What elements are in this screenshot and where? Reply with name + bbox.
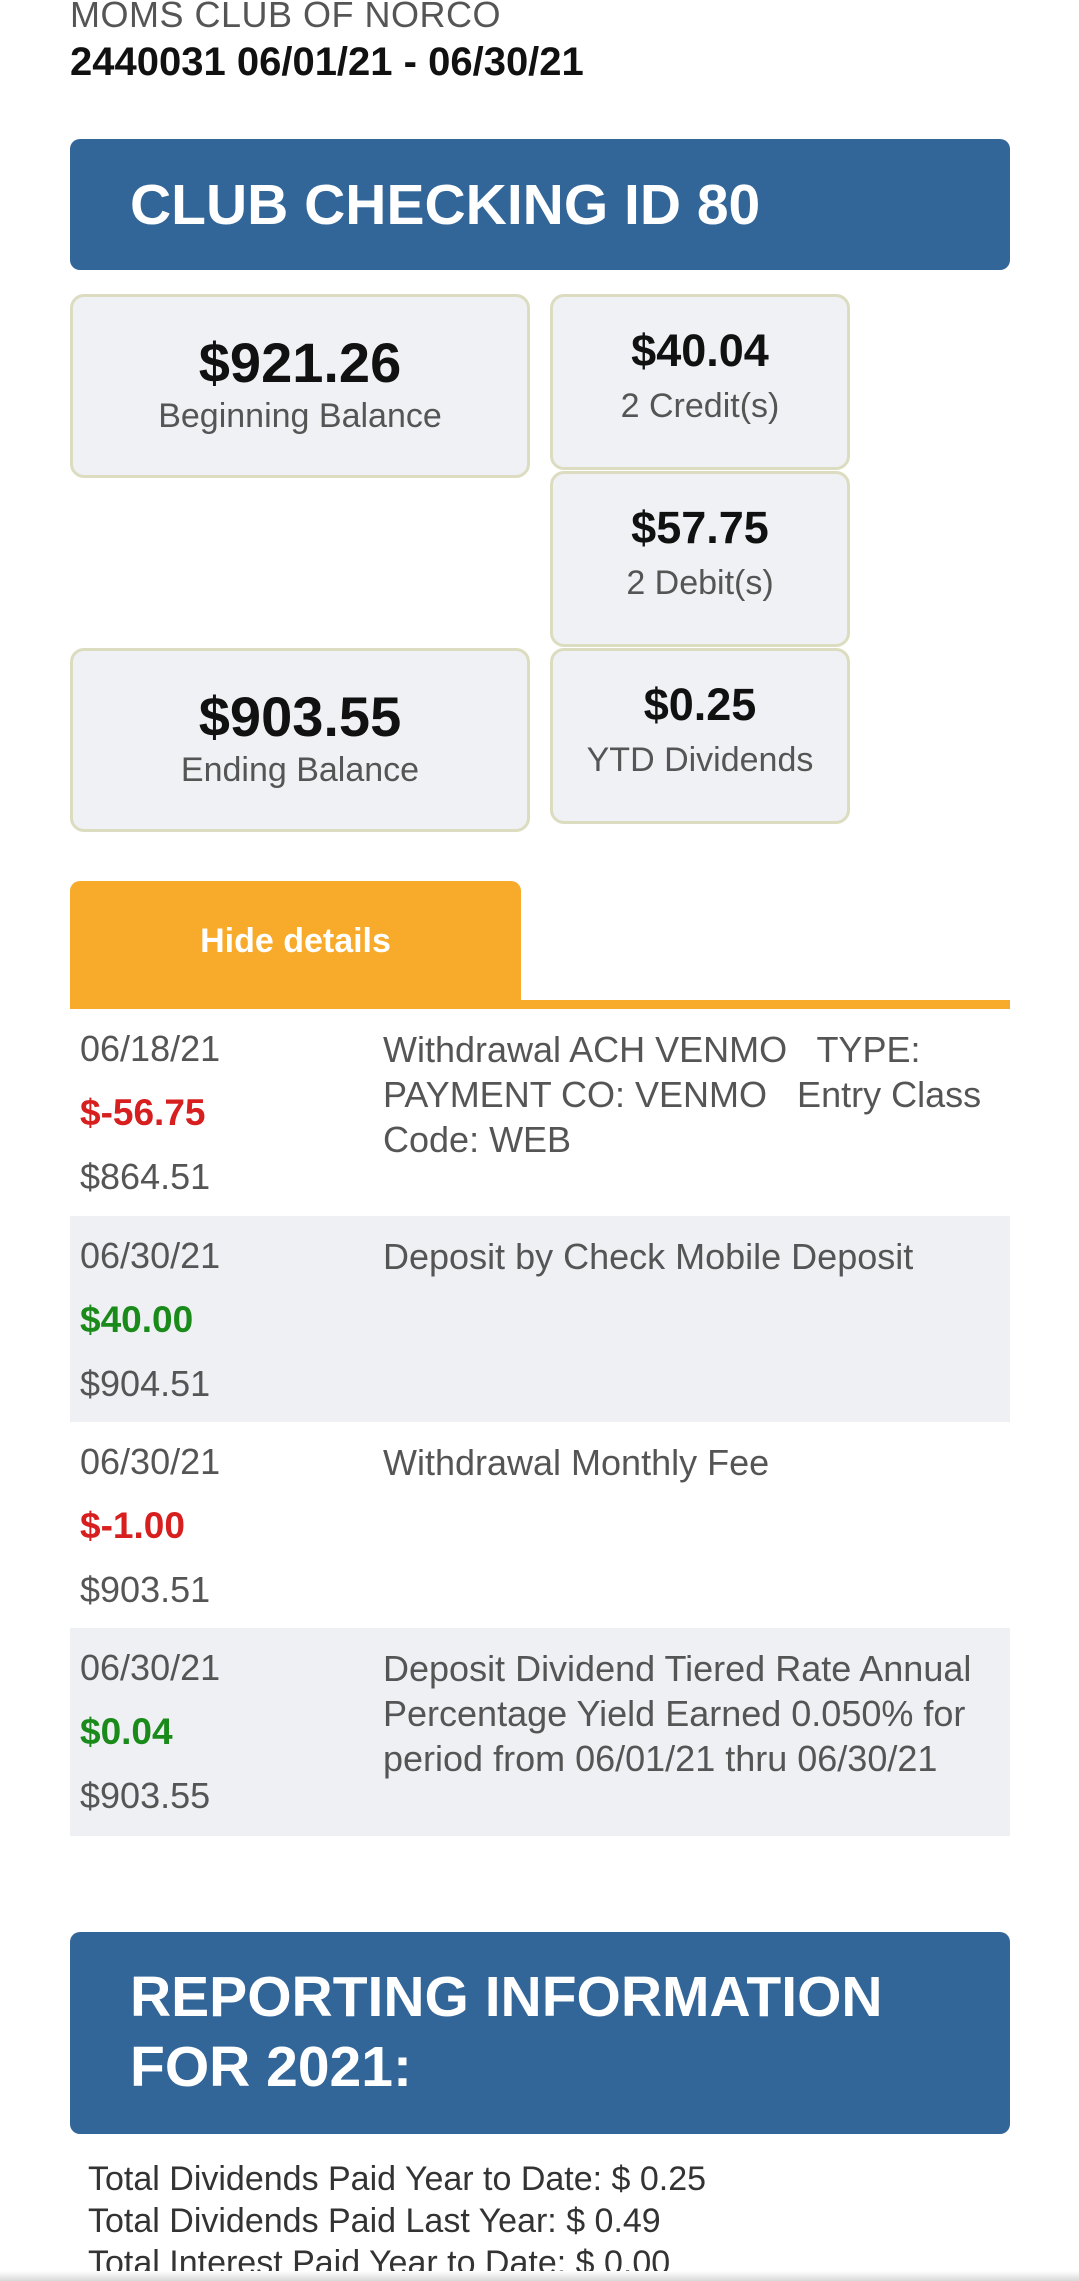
account-title: CLUB CHECKING ID 80 [130, 172, 761, 237]
transaction-date: 06/30/21 [80, 1647, 221, 1688]
transaction-row[interactable]: 06/30/21 $-1.00 $903.51 Withdrawal Month… [70, 1422, 1010, 1628]
transaction-row[interactable]: 06/30/21 $40.00 $904.51 Deposit by Check… [70, 1216, 1010, 1422]
transaction-row[interactable]: 06/18/21 $-56.75 $864.51 Withdrawal ACH … [70, 1009, 1010, 1216]
tab-underline [70, 1000, 1010, 1009]
transaction-amount: $0.04 [80, 1711, 173, 1752]
transaction-date: 06/30/21 [80, 1441, 221, 1482]
statement-period: 2440031 06/01/21 - 06/30/21 [70, 40, 584, 84]
hide-details-label: Hide details [200, 922, 391, 960]
ending-balance-amount: $903.55 [198, 685, 402, 748]
ending-balance-card: $903.55 Ending Balance [70, 648, 530, 832]
bottom-edge [0, 2271, 1079, 2281]
beginning-balance-card: $921.26 Beginning Balance [70, 294, 530, 478]
debits-label: 2 Debit(s) [626, 564, 774, 602]
transaction-list: 06/18/21 $-56.75 $864.51 Withdrawal ACH … [70, 1009, 1010, 1836]
transaction-amount: $-56.75 [80, 1092, 206, 1133]
transaction-balance: $864.51 [80, 1156, 211, 1197]
reporting-details: Total Dividends Paid Year to Date: $ 0.2… [88, 2158, 706, 2281]
transaction-amount: $-1.00 [80, 1505, 185, 1546]
ytd-dividends-card: $0.25 YTD Dividends [550, 648, 850, 824]
beginning-balance-label: Beginning Balance [158, 397, 442, 435]
transaction-description: Deposit by Check Mobile Deposit [383, 1236, 914, 1277]
transaction-description: Withdrawal ACH VENMO TYPE: PAYMENT CO: V… [383, 1029, 992, 1160]
transaction-balance: $904.51 [80, 1363, 211, 1404]
credits-card: $40.04 2 Credit(s) [550, 294, 850, 470]
dividends-ytd-line: Total Dividends Paid Year to Date: $ 0.2… [88, 2160, 707, 2198]
transaction-date: 06/30/21 [80, 1235, 221, 1276]
beginning-balance-amount: $921.26 [198, 331, 402, 394]
debits-amount: $57.75 [631, 502, 769, 553]
organization-name: MOMS CLUB OF NORCO [70, 0, 502, 35]
statement-page: MOMS CLUB OF NORCO 2440031 06/01/21 - 06… [0, 0, 1079, 2281]
transaction-balance: $903.55 [80, 1775, 211, 1816]
account-title-banner: CLUB CHECKING ID 80 [70, 139, 1010, 270]
transaction-row[interactable]: 06/30/21 $0.04 $903.55 Deposit Dividend … [70, 1628, 1010, 1836]
credits-amount: $40.04 [631, 325, 769, 376]
ending-balance-label: Ending Balance [180, 751, 420, 789]
debits-card: $57.75 2 Debit(s) [550, 471, 850, 647]
ytd-dividends-amount: $0.25 [643, 679, 757, 730]
transaction-description: Deposit Dividend Tiered Rate Annual Perc… [383, 1648, 982, 1779]
reporting-title: REPORTING INFORMATION FOR 2021: [130, 1965, 883, 2099]
transaction-date: 06/18/21 [80, 1028, 221, 1069]
reporting-banner: REPORTING INFORMATION FOR 2021: [70, 1932, 1010, 2134]
transaction-balance: $903.51 [80, 1569, 211, 1610]
transaction-amount: $40.00 [80, 1299, 194, 1340]
hide-details-tab[interactable]: Hide details [70, 881, 521, 1002]
ytd-dividends-label: YTD Dividends [586, 741, 814, 779]
dividends-last-year-line: Total Dividends Paid Last Year: $ 0.49 [88, 2202, 661, 2240]
credits-label: 2 Credit(s) [620, 387, 780, 425]
transaction-description: Withdrawal Monthly Fee [383, 1442, 770, 1483]
